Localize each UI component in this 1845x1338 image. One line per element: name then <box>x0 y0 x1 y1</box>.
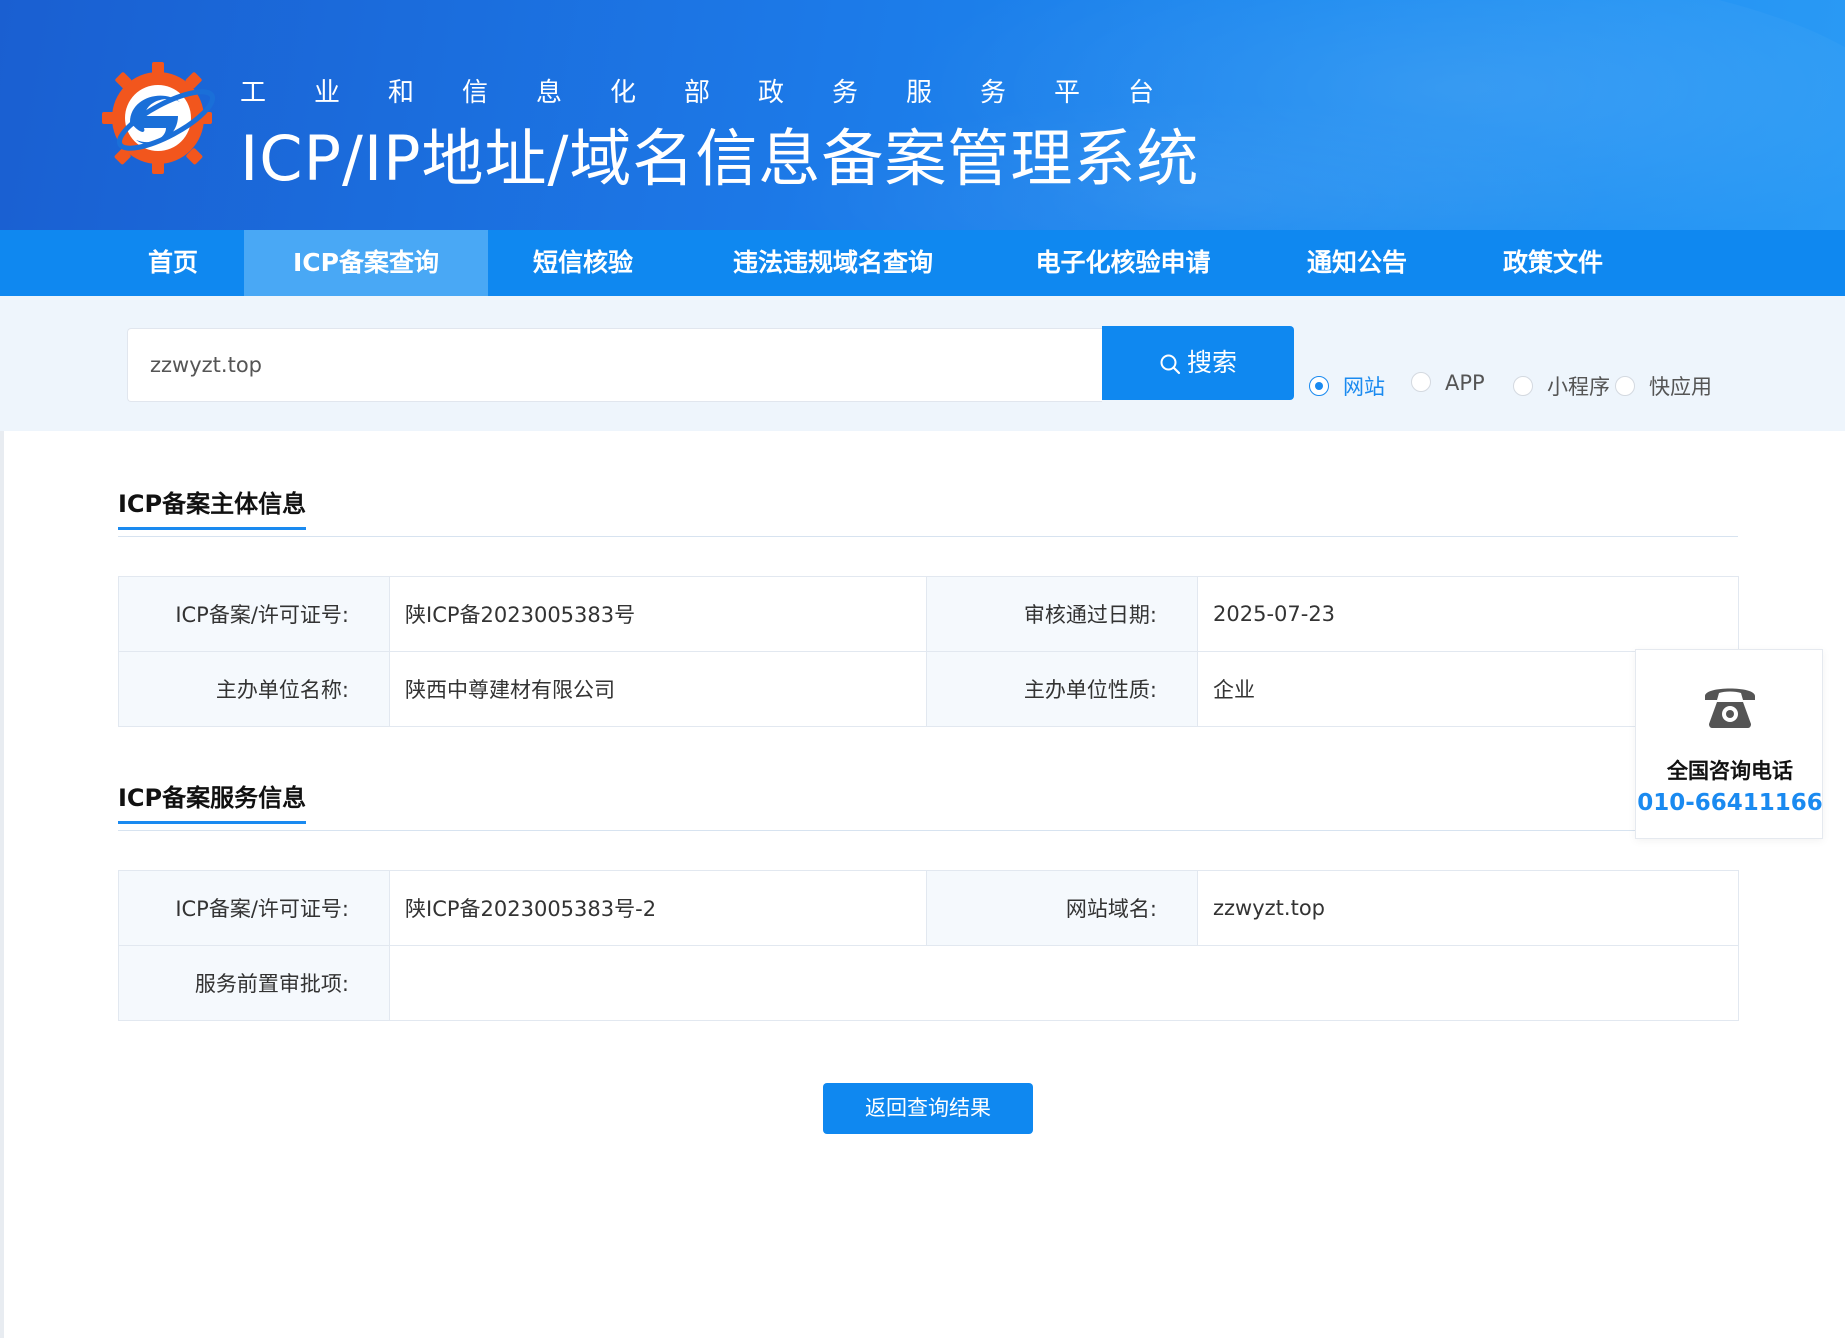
radio-mini-program[interactable]: 小程序 <box>1513 371 1610 399</box>
license-value: 陕ICP备2023005383号 <box>389 576 927 652</box>
domain-value: zzwyzt.top <box>1197 870 1739 946</box>
nav-item-sms-verify[interactable]: 短信核验 <box>518 230 648 296</box>
org-name-label: 主办单位名称: <box>118 651 390 727</box>
radio-app[interactable]: APP <box>1411 371 1485 397</box>
service-license-label: ICP备案/许可证号: <box>118 870 390 946</box>
main-nav: 首页 ICP备案查询 短信核验 违法违规域名查询 电子化核验申请 通知公告 政策… <box>0 230 1845 296</box>
section-divider <box>118 536 1738 537</box>
nav-item-icp-query[interactable]: ICP备案查询 <box>244 230 488 296</box>
radio-dot <box>1411 372 1431 392</box>
preapproval-label: 服务前置审批项: <box>118 945 390 1021</box>
radio-quick-app[interactable]: 快应用 <box>1615 371 1712 399</box>
system-title: ICP/IP地址/域名信息备案管理系统 <box>240 122 1200 195</box>
approval-date-value: 2025-07-23 <box>1197 576 1739 652</box>
site-header: 工业和信息化部政务服务平台 ICP/IP地址/域名信息备案管理系统 <box>0 0 1845 230</box>
radio-dot <box>1309 376 1329 396</box>
service-info-table: ICP备案/许可证号: 陕ICP备2023005383号-2 网站域名: zzw… <box>118 870 1739 1021</box>
search-button[interactable]: 搜索 <box>1102 326 1294 400</box>
table-row: 服务前置审批项: <box>118 945 1739 1021</box>
section-divider <box>118 830 1738 831</box>
nav-item-e-verify[interactable]: 电子化核验申请 <box>1018 230 1228 296</box>
subject-info-table: ICP备案/许可证号: 陕ICP备2023005383号 审核通过日期: 202… <box>118 576 1739 727</box>
contact-label: 全国咨询电话 <box>1667 759 1793 783</box>
approval-date-label: 审核通过日期: <box>926 576 1198 652</box>
search-icon <box>1160 354 1181 375</box>
miit-logo-icon <box>102 62 216 174</box>
nav-item-home[interactable]: 首页 <box>118 230 228 296</box>
table-row: ICP备案/许可证号: 陕ICP备2023005383号-2 网站域名: zzw… <box>118 870 1739 946</box>
nav-item-policy[interactable]: 政策文件 <box>1488 230 1618 296</box>
org-name-value: 陕西中尊建材有限公司 <box>389 651 927 727</box>
table-row: 主办单位名称: 陕西中尊建材有限公司 主办单位性质: 企业 <box>118 651 1739 727</box>
nav-item-notices[interactable]: 通知公告 <box>1292 230 1422 296</box>
radio-dot <box>1513 376 1533 396</box>
search-area: zzwyzt.top 搜索 网站 APP 小程序 快应用 <box>0 296 1845 431</box>
return-to-results-button[interactable]: 返回查询结果 <box>823 1083 1033 1134</box>
org-type-label: 主办单位性质: <box>926 651 1198 727</box>
search-input[interactable]: zzwyzt.top <box>127 328 1102 402</box>
nav-item-illegal-domain[interactable]: 违法违规域名查询 <box>712 230 954 296</box>
platform-subtitle: 工业和信息化部政务服务平台 <box>240 78 1203 108</box>
subject-section-title: ICP备案主体信息 <box>118 484 307 530</box>
radio-website[interactable]: 网站 <box>1309 371 1385 399</box>
service-section-title: ICP备案服务信息 <box>118 778 307 824</box>
table-row: ICP备案/许可证号: 陕ICP备2023005383号 审核通过日期: 202… <box>118 576 1739 652</box>
telephone-icon <box>1705 688 1755 728</box>
preapproval-value <box>389 945 1739 1021</box>
license-label: ICP备案/许可证号: <box>118 576 390 652</box>
domain-label: 网站域名: <box>926 870 1198 946</box>
search-button-label: 搜索 <box>1186 348 1237 377</box>
contact-float-panel[interactable]: 全国咨询电话 010-66411166 <box>1635 649 1823 839</box>
radio-dot <box>1615 376 1635 396</box>
contact-phone-number: 010-66411166 <box>1637 790 1823 816</box>
service-license-value: 陕ICP备2023005383号-2 <box>389 870 927 946</box>
